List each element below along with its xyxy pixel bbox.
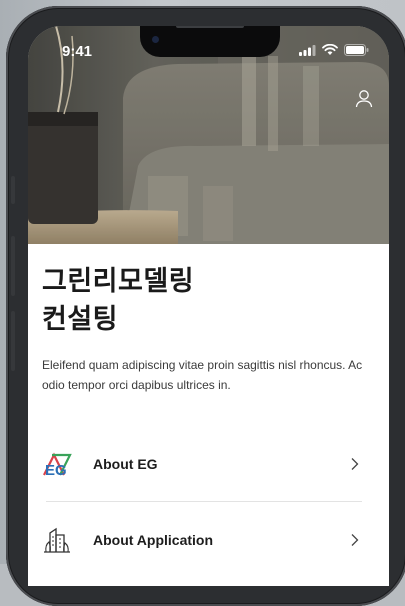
status-time: 9:41 [62, 43, 93, 60]
signal-icon [299, 44, 316, 56]
volume-up-button [11, 236, 15, 296]
chevron-right-icon [348, 533, 362, 547]
battery-icon [344, 44, 369, 56]
title-line-2: 컨설팅 [42, 304, 119, 334]
user-icon [355, 90, 373, 108]
description-text: Eleifend quam adipiscing vitae proin sag… [42, 358, 363, 392]
app-screen: 9:41 그린리모델링 컨설팅 Eleifend quam adipiscing… [28, 26, 389, 586]
mute-switch [11, 176, 15, 204]
svg-text:EG: EG [45, 462, 67, 479]
page-title: 그린리모델링 컨설팅 [42, 262, 194, 338]
profile-button[interactable] [353, 88, 375, 110]
menu-item-label: About EG [93, 456, 158, 472]
divider [46, 501, 362, 502]
title-line-1: 그린리모델링 [42, 266, 195, 296]
front-camera [152, 36, 159, 43]
speaker-grille [176, 26, 244, 28]
menu-item-about-application[interactable]: About Application [42, 516, 362, 564]
status-icons [299, 44, 369, 56]
wifi-icon [322, 44, 338, 55]
menu-item-about-eg[interactable]: EG About EG [42, 440, 362, 488]
eg-logo-icon: EG [42, 449, 72, 479]
building-icon [42, 525, 72, 555]
menu-item-label: About Application [93, 532, 214, 548]
notch [140, 26, 280, 57]
chevron-right-icon [348, 457, 362, 471]
volume-down-button [11, 311, 15, 371]
